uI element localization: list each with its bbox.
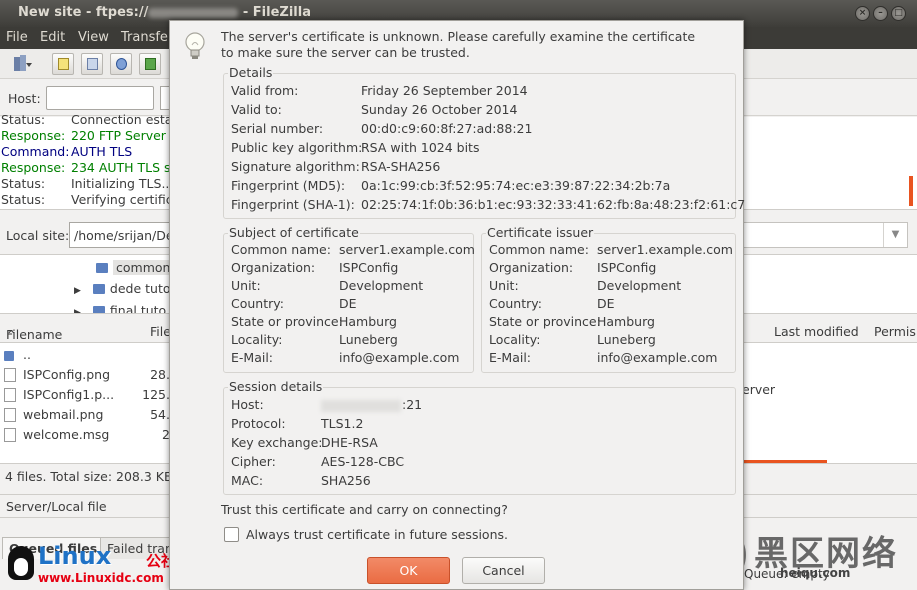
details-group: Details Valid from: Friday 26 September 2…	[223, 65, 745, 219]
blurred-hostname	[148, 7, 239, 18]
certificate-dialog: The server's certificate is unknown. Ple…	[169, 20, 745, 590]
penguin-logo-icon	[8, 546, 34, 580]
menu-transfer[interactable]: Transfer	[121, 30, 173, 45]
list-item[interactable]: ..	[0, 345, 170, 365]
blurred-hostname	[321, 399, 401, 412]
parent-folder-icon	[4, 348, 16, 362]
list-item[interactable]: ISPConfig.png 28.	[0, 365, 170, 385]
local-site-path[interactable]: /home/srijan/De	[69, 222, 179, 248]
subject-group: Subject of certificate Common name: serve…	[223, 225, 475, 373]
host-input[interactable]	[46, 86, 154, 110]
minimize-icon[interactable]: –	[873, 6, 888, 21]
sort-up-icon: ⌃	[6, 327, 17, 342]
file-icon	[4, 428, 16, 442]
list-item[interactable]: webmail.png 54.	[0, 405, 170, 425]
column-permissions[interactable]: Permis	[874, 324, 916, 339]
queue-column-server-local[interactable]: Server/Local file	[6, 499, 107, 514]
message-log-icon[interactable]	[52, 53, 74, 75]
watermark-linuxidc: Linux 公社 www.Linuxidc.com	[4, 540, 180, 588]
window-title-suffix: - FileZilla	[242, 5, 311, 20]
menu-edit[interactable]: Edit	[40, 30, 65, 45]
file-icon	[4, 388, 16, 402]
local-tree-icon[interactable]	[81, 53, 103, 75]
expand-arrow-icon[interactable]: ▶	[74, 308, 81, 313]
remote-site-combo[interactable]: ▼	[740, 222, 908, 248]
list-item[interactable]: welcome.msg 2	[0, 425, 170, 445]
menu-view[interactable]: View	[78, 30, 109, 45]
expand-arrow-icon[interactable]: ▶	[74, 286, 81, 296]
local-status-text: 4 files. Total size: 208.3 KB	[5, 469, 173, 484]
scroll-indicator	[909, 176, 913, 206]
tree-item[interactable]: ▶ dede tuto	[74, 281, 171, 296]
remote-tree-icon[interactable]	[110, 53, 132, 75]
always-trust-checkbox[interactable]	[224, 527, 239, 542]
tree-item[interactable]: common_	[96, 260, 180, 275]
close-icon[interactable]: ×	[855, 6, 870, 21]
session-group: Session details Host::21 Protocol: TLS1.2…	[223, 379, 736, 495]
folder-icon	[92, 284, 105, 294]
site-manager-icon[interactable]	[6, 53, 36, 75]
cancel-button[interactable]: Cancel	[462, 557, 545, 584]
menu-file[interactable]: File	[6, 30, 28, 45]
transfer-queue-icon[interactable]	[139, 53, 161, 75]
chevron-down-icon[interactable]: ▼	[883, 223, 907, 247]
session-group-title: Session details	[228, 379, 324, 395]
column-last-modified[interactable]: Last modified	[774, 324, 859, 339]
maximize-icon[interactable]: □	[891, 6, 906, 21]
folder-icon	[96, 263, 108, 273]
file-icon	[4, 368, 16, 382]
watermark-heiqu-url: heiqu.com	[780, 566, 851, 580]
list-item[interactable]: ISPConfig1.p... 125.	[0, 385, 170, 405]
tree-item[interactable]: ▶ final tuto	[74, 303, 166, 313]
subject-group-title: Subject of certificate	[228, 225, 360, 241]
always-trust-label[interactable]: Always trust certificate in future sessi…	[246, 527, 508, 542]
watermark-brand: Linux	[38, 542, 112, 570]
issuer-group: Certificate issuer Common name: server1.e…	[481, 225, 736, 373]
trust-question: Trust this certificate and carry on conn…	[221, 502, 508, 517]
dialog-message: The server's certificate is unknown. Ple…	[221, 29, 696, 60]
column-filesize[interactable]: File	[150, 324, 171, 339]
file-icon	[4, 408, 16, 422]
lightbulb-icon	[185, 32, 205, 59]
details-group-title: Details	[228, 65, 274, 81]
window-title: New site - ftpes:// - FileZilla	[18, 5, 311, 20]
remote-list-text: erver	[742, 382, 776, 397]
local-site-label: Local site:	[6, 228, 70, 243]
host-label: Host:	[8, 91, 41, 106]
watermark-url: www.Linuxidc.com	[38, 571, 164, 585]
window-title-prefix: New site - ftpes://	[18, 5, 149, 20]
issuer-group-title: Certificate issuer	[486, 225, 595, 241]
folder-icon	[92, 306, 105, 313]
ok-button[interactable]: OK	[367, 557, 450, 584]
